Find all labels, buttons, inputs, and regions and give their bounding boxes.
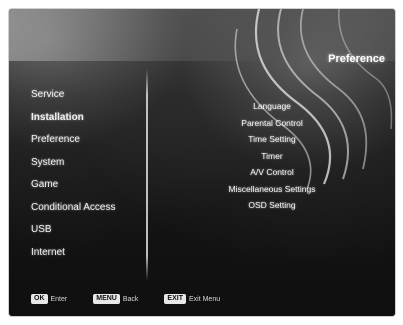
hint-menu-label: Back: [122, 295, 139, 303]
menu-item-conditional-access[interactable]: Conditional Access: [31, 199, 143, 222]
submenu-item-parental-control[interactable]: Parental Control: [207, 116, 337, 133]
menu-item-usb[interactable]: USB: [31, 221, 143, 244]
submenu-item-miscellaneous-settings[interactable]: Miscellaneous Settings: [207, 182, 337, 199]
preference-submenu: Language Parental Control Time Setting T…: [207, 99, 337, 215]
submenu-item-language[interactable]: Language: [207, 99, 337, 116]
hint-menu: MENU Back: [93, 294, 138, 304]
hint-exit: EXIT Exit Menu: [164, 294, 220, 304]
submenu-item-osd-setting[interactable]: OSD Setting: [207, 198, 337, 215]
page-title: Preference: [328, 53, 385, 65]
menu-item-internet[interactable]: Internet: [31, 244, 143, 267]
main-menu: Service Installation Preference System G…: [31, 86, 143, 266]
menu-key-icon: MENU: [93, 294, 120, 304]
exit-key-icon: EXIT: [164, 294, 186, 304]
submenu-item-time-setting[interactable]: Time Setting: [207, 132, 337, 149]
menu-item-system[interactable]: System: [31, 154, 143, 177]
submenu-item-timer[interactable]: Timer: [207, 149, 337, 166]
hint-ok: OK Enter: [31, 294, 67, 304]
menu-divider: [146, 69, 148, 281]
hint-exit-label: Exit Menu: [188, 295, 221, 303]
hint-ok-label: Enter: [50, 295, 68, 303]
menu-item-installation[interactable]: Installation: [31, 109, 143, 132]
ok-key-icon: OK: [31, 294, 48, 304]
submenu-item-av-control[interactable]: A/V Control: [207, 165, 337, 182]
tv-menu-screen: Preference Service Installation Preferen…: [8, 8, 396, 317]
menu-item-game[interactable]: Game: [31, 176, 143, 199]
menu-item-preference[interactable]: Preference: [31, 131, 143, 154]
key-hints-bar: OK Enter MENU Back EXIT Exit Menu: [31, 292, 246, 306]
menu-item-service[interactable]: Service: [31, 86, 143, 109]
